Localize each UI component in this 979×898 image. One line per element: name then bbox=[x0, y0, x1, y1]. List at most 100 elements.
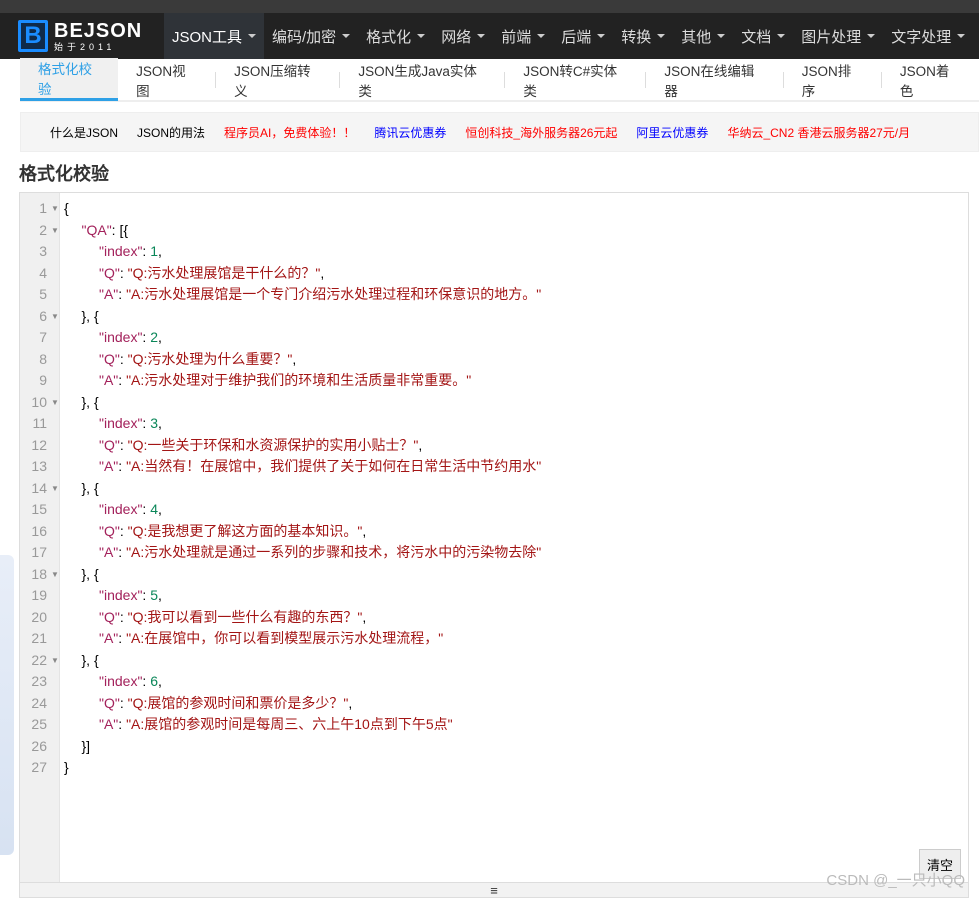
tab[interactable]: JSON转C#实体类 bbox=[505, 59, 645, 100]
fold-toggle-icon[interactable]: ▼ bbox=[51, 564, 59, 586]
nav-item-label: 网络 bbox=[441, 28, 472, 46]
tab[interactable]: 格式化校验 bbox=[20, 58, 119, 101]
code-text: "Q": "Q:展馆的参观时间和票价是多少？", bbox=[99, 693, 352, 715]
promo-link[interactable]: JSON的用法 bbox=[137, 124, 205, 141]
code-token: "A:污水处理展馆是一个专门介绍污水处理过程和环保意识的地方。" bbox=[126, 286, 542, 302]
code-text: "index": 2, bbox=[99, 327, 162, 349]
fold-toggle-icon[interactable]: ▼ bbox=[51, 392, 59, 414]
promo-link[interactable]: 阿里云优惠券 bbox=[636, 124, 708, 141]
caret-down-icon bbox=[342, 34, 351, 38]
code-text: }, { bbox=[82, 478, 99, 500]
promo-link[interactable]: 什么是JSON bbox=[50, 124, 118, 141]
code-token: "Q:展馆的参观时间和票价是多少？" bbox=[127, 694, 349, 711]
nav-item[interactable]: 转换 bbox=[613, 13, 673, 59]
nav-item[interactable]: 图片处理 bbox=[793, 13, 883, 59]
side-ad[interactable] bbox=[0, 555, 14, 855]
tab[interactable]: JSON压缩转义 bbox=[216, 59, 339, 100]
line-number: 10 bbox=[31, 393, 47, 410]
caret-down-icon bbox=[248, 34, 257, 38]
line-number: 9 bbox=[39, 372, 47, 388]
nav-menu: JSON工具 编码/加密 格式化 网络 前端 后端 转换 其他 文档 图片处理 文字处理 bbox=[164, 13, 973, 59]
nav-item[interactable]: 其他 bbox=[673, 13, 733, 59]
nav-item[interactable]: 网络 bbox=[433, 13, 493, 59]
code-line: 9 "A": "A:污水处理对于维护我们的环境和生活质量非常重要。" bbox=[20, 370, 968, 392]
tab[interactable]: JSON排序 bbox=[784, 59, 881, 100]
nav-item[interactable]: 格式化 bbox=[358, 13, 433, 59]
fold-toggle-icon[interactable]: ▼ bbox=[51, 650, 59, 672]
code-token: "Q" bbox=[99, 694, 120, 711]
code-token: , bbox=[158, 329, 162, 345]
nav-item[interactable]: JSON工具 bbox=[164, 13, 264, 59]
promo-link[interactable]: 程序员AI，免费体验！！ bbox=[224, 124, 355, 141]
tab[interactable]: JSON视图 bbox=[118, 59, 215, 100]
fold-toggle-icon[interactable]: ▼ bbox=[51, 478, 59, 500]
code-text: "A": "A:污水处理展馆是一个专门介绍污水处理过程和环保意识的地方。" bbox=[99, 284, 541, 306]
nav-item[interactable]: 文档 bbox=[733, 13, 793, 59]
code-token: , bbox=[362, 522, 367, 539]
code-token: }, { bbox=[81, 307, 99, 324]
code-line: 20 "Q": "Q:我可以看到一些什么有趣的东西？", bbox=[20, 607, 968, 629]
code-line: 5 "A": "A:污水处理展馆是一个专门介绍污水处理过程和环保意识的地方。" bbox=[20, 284, 968, 306]
line-number: 3 bbox=[39, 243, 47, 259]
fold-toggle-icon[interactable]: ▼ bbox=[51, 306, 59, 328]
line-number: 13 bbox=[31, 458, 47, 474]
code-token: "Q:是我想更了解这方面的基本知识。" bbox=[127, 522, 363, 539]
code-token: }, { bbox=[81, 393, 99, 410]
code-token: 5 bbox=[150, 587, 158, 603]
promo-link[interactable]: 华纳云_CN2 香港云服务器27元/月 bbox=[727, 124, 910, 141]
line-number: 11 bbox=[32, 415, 47, 431]
code-token: "Q:污水处理为什么重要？" bbox=[127, 350, 293, 367]
caret-down-icon bbox=[417, 34, 426, 38]
line-number: 23 bbox=[31, 673, 47, 689]
nav-item[interactable]: 后端 bbox=[553, 13, 613, 59]
promo-link[interactable]: 腾讯云优惠券 bbox=[374, 124, 446, 141]
code-token: "Q:我可以看到一些什么有趣的东西？" bbox=[127, 608, 363, 625]
code-line: 11 "index": 3, bbox=[20, 413, 968, 435]
tab[interactable]: JSON在线编辑器 bbox=[646, 59, 782, 100]
code-text: "Q": "Q:污水处理展馆是干什么的？", bbox=[99, 263, 324, 285]
logo[interactable]: B BEJSON 始于2011 bbox=[0, 13, 164, 59]
line-number: 16 bbox=[31, 522, 47, 539]
code-line: 24 "Q": "Q:展馆的参观时间和票价是多少？", bbox=[20, 693, 968, 715]
tab[interactable]: JSON生成Java实体类 bbox=[340, 59, 504, 100]
code-token: }, { bbox=[81, 651, 99, 668]
code-token: , bbox=[158, 673, 162, 689]
code-area[interactable]: 1 ▼{2 ▼ "QA": [{3 "index": 1, 4 "Q": "Q:污水处理展馆… bbox=[20, 198, 968, 779]
code-token: }] bbox=[81, 737, 91, 754]
code-token: : bbox=[119, 522, 128, 539]
line-number: 2 bbox=[39, 221, 47, 238]
nav-item[interactable]: 编码/加密 bbox=[264, 13, 358, 59]
promo-link[interactable]: 恒创科技_海外服务器26元起 bbox=[465, 124, 617, 141]
json-editor[interactable]: 1 ▼{2 ▼ "QA": [{3 "index": 1, 4 "Q": "Q:污水处理展馆… bbox=[19, 192, 969, 898]
code-text: { bbox=[64, 198, 69, 220]
code-token: "Q" bbox=[99, 436, 120, 453]
tab[interactable]: JSON着色 bbox=[882, 59, 979, 100]
nav-item-label: 格式化 bbox=[366, 28, 412, 46]
code-line: 6 ▼}, { bbox=[20, 306, 968, 328]
code-token: "Q" bbox=[99, 608, 120, 625]
code-line: 13 "A": "A:当然有！在展馆中，我们提供了关于如何在日常生活中节约用水" bbox=[20, 456, 968, 478]
code-line: 15 "index": 4, bbox=[20, 499, 968, 521]
code-text: "A": "A:当然有！在展馆中，我们提供了关于如何在日常生活中节约用水" bbox=[99, 456, 541, 478]
code-line: 8 "Q": "Q:污水处理为什么重要？", bbox=[20, 349, 968, 371]
code-line: 27} bbox=[20, 757, 968, 779]
line-number: 21 bbox=[31, 630, 47, 646]
code-line: 23 "index": 6, bbox=[20, 671, 968, 693]
code-token: : bbox=[118, 372, 127, 388]
code-token: , bbox=[320, 264, 325, 281]
nav-item[interactable]: 文字处理 bbox=[883, 13, 973, 59]
tool-tabs: 格式化校验 JSON视图 JSON压缩转义 JSON生成Java实体类 JSON转C#实… bbox=[20, 58, 979, 102]
fold-toggle-icon[interactable]: ▼ bbox=[51, 198, 59, 220]
code-text: "Q": "Q:我可以看到一些什么有趣的东西？", bbox=[99, 607, 366, 629]
nav-item[interactable]: 前端 bbox=[493, 13, 553, 59]
code-token: : bbox=[118, 458, 127, 474]
code-text: "Q": "Q:一些关于环保和水资源保护的实用小贴士？", bbox=[99, 435, 422, 457]
logo-name: BEJSON bbox=[54, 19, 143, 42]
code-token: : bbox=[119, 350, 128, 367]
code-token: : [{ bbox=[111, 221, 129, 238]
code-token: "A" bbox=[99, 372, 119, 388]
code-text: "Q": "Q:污水处理为什么重要？", bbox=[99, 349, 296, 371]
fold-toggle-icon[interactable]: ▼ bbox=[51, 220, 59, 242]
code-text: "index": 4, bbox=[99, 499, 162, 521]
caret-down-icon bbox=[777, 34, 786, 38]
